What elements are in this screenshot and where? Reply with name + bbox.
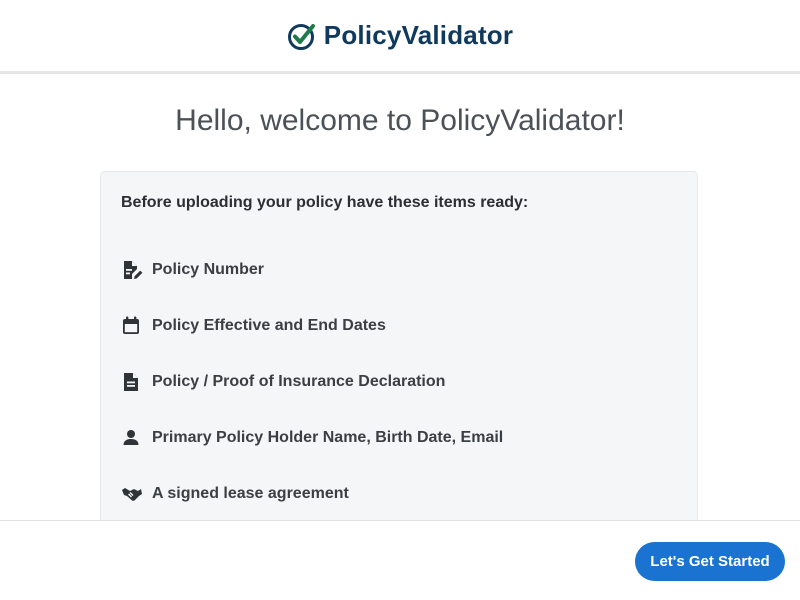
item-label: Policy / Proof of Insurance Declaration — [152, 373, 446, 390]
calendar-icon — [121, 315, 143, 337]
brand-logo: PolicyValidator — [287, 20, 513, 51]
list-item: Primary Policy Holder Name, Birth Date, … — [121, 410, 503, 466]
card-intro: Before uploading your policy have these … — [121, 194, 529, 211]
list-item: Policy / Proof of Insurance Declaration — [121, 354, 503, 410]
item-label: Policy Number — [152, 261, 265, 278]
footer-bar: Let's Get Started — [0, 520, 800, 600]
brand-name: PolicyValidator — [323, 20, 514, 50]
page-title: Hello, welcome to PolicyValidator! — [175, 104, 625, 137]
requirements-list: Policy Number Policy Effective and End D… — [121, 242, 503, 522]
item-label: Primary Policy Holder Name, Birth Date, … — [152, 429, 504, 446]
person-icon — [121, 427, 143, 449]
list-item: A signed lease agreement — [121, 466, 503, 522]
list-item: Policy Effective and End Dates — [121, 298, 503, 354]
top-header: PolicyValidator — [0, 0, 800, 74]
item-label: Policy Effective and End Dates — [152, 317, 386, 334]
handshake-icon — [121, 483, 143, 505]
document-icon — [121, 371, 143, 393]
requirements-card: Before uploading your policy have these … — [100, 171, 698, 551]
get-started-button[interactable]: Let's Get Started — [635, 542, 785, 581]
app-window: PolicyValidator Hello, welcome to Policy… — [0, 0, 800, 600]
list-item: Policy Number — [121, 242, 503, 298]
item-label: A signed lease agreement — [152, 485, 349, 502]
document-edit-icon — [121, 259, 143, 281]
check-circle-icon — [287, 21, 317, 51]
